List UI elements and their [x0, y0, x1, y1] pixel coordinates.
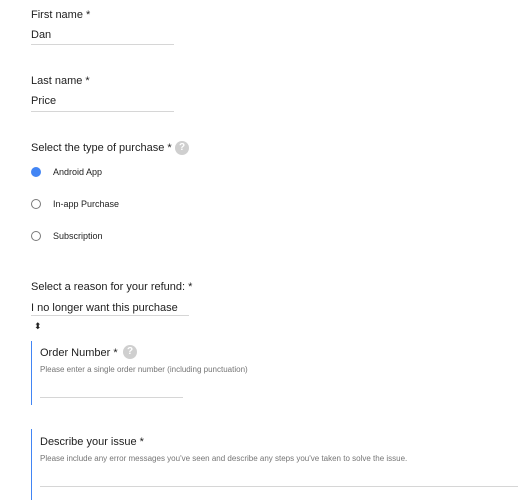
issue-accent-bar [31, 429, 32, 500]
order-number-underline [40, 397, 183, 398]
help-question-icon[interactable]: ? [123, 345, 137, 359]
issue-underline [40, 486, 518, 487]
purchase-type-label: Select the type of purchase * [31, 142, 172, 154]
order-number-input[interactable] [40, 382, 183, 396]
last-name-underline [31, 111, 174, 112]
first-name-label: First name * [31, 9, 91, 21]
order-number-accent-bar [31, 341, 32, 405]
order-number-label: Order Number * [40, 347, 118, 359]
radio-android-app-label[interactable]: Android App [53, 167, 102, 177]
refund-reason-selected: I no longer want this purchase [31, 302, 178, 314]
issue-hint: Please include any error messages you've… [40, 454, 408, 463]
first-name-underline [31, 44, 174, 45]
refund-reason-underline [31, 315, 189, 316]
radio-subscription[interactable] [31, 231, 41, 241]
radio-subscription-label[interactable]: Subscription [53, 231, 103, 241]
last-name-label: Last name * [31, 75, 90, 87]
help-question-icon[interactable]: ? [175, 141, 189, 155]
first-name-input[interactable]: Dan [31, 29, 51, 41]
last-name-input[interactable]: Price [31, 95, 56, 107]
refund-reason-label: Select a reason for your refund: * [31, 281, 193, 293]
radio-android-app[interactable] [31, 167, 41, 177]
issue-input[interactable] [40, 470, 518, 484]
radio-in-app-purchase[interactable] [31, 199, 41, 209]
issue-label: Describe your issue * [40, 436, 144, 448]
order-number-hint: Please enter a single order number (incl… [40, 365, 248, 374]
select-arrow-icon: ⬍ [34, 321, 42, 331]
radio-in-app-purchase-label[interactable]: In-app Purchase [53, 199, 119, 209]
refund-reason-select[interactable]: I no longer want this purchase ⬍ [31, 298, 189, 331]
